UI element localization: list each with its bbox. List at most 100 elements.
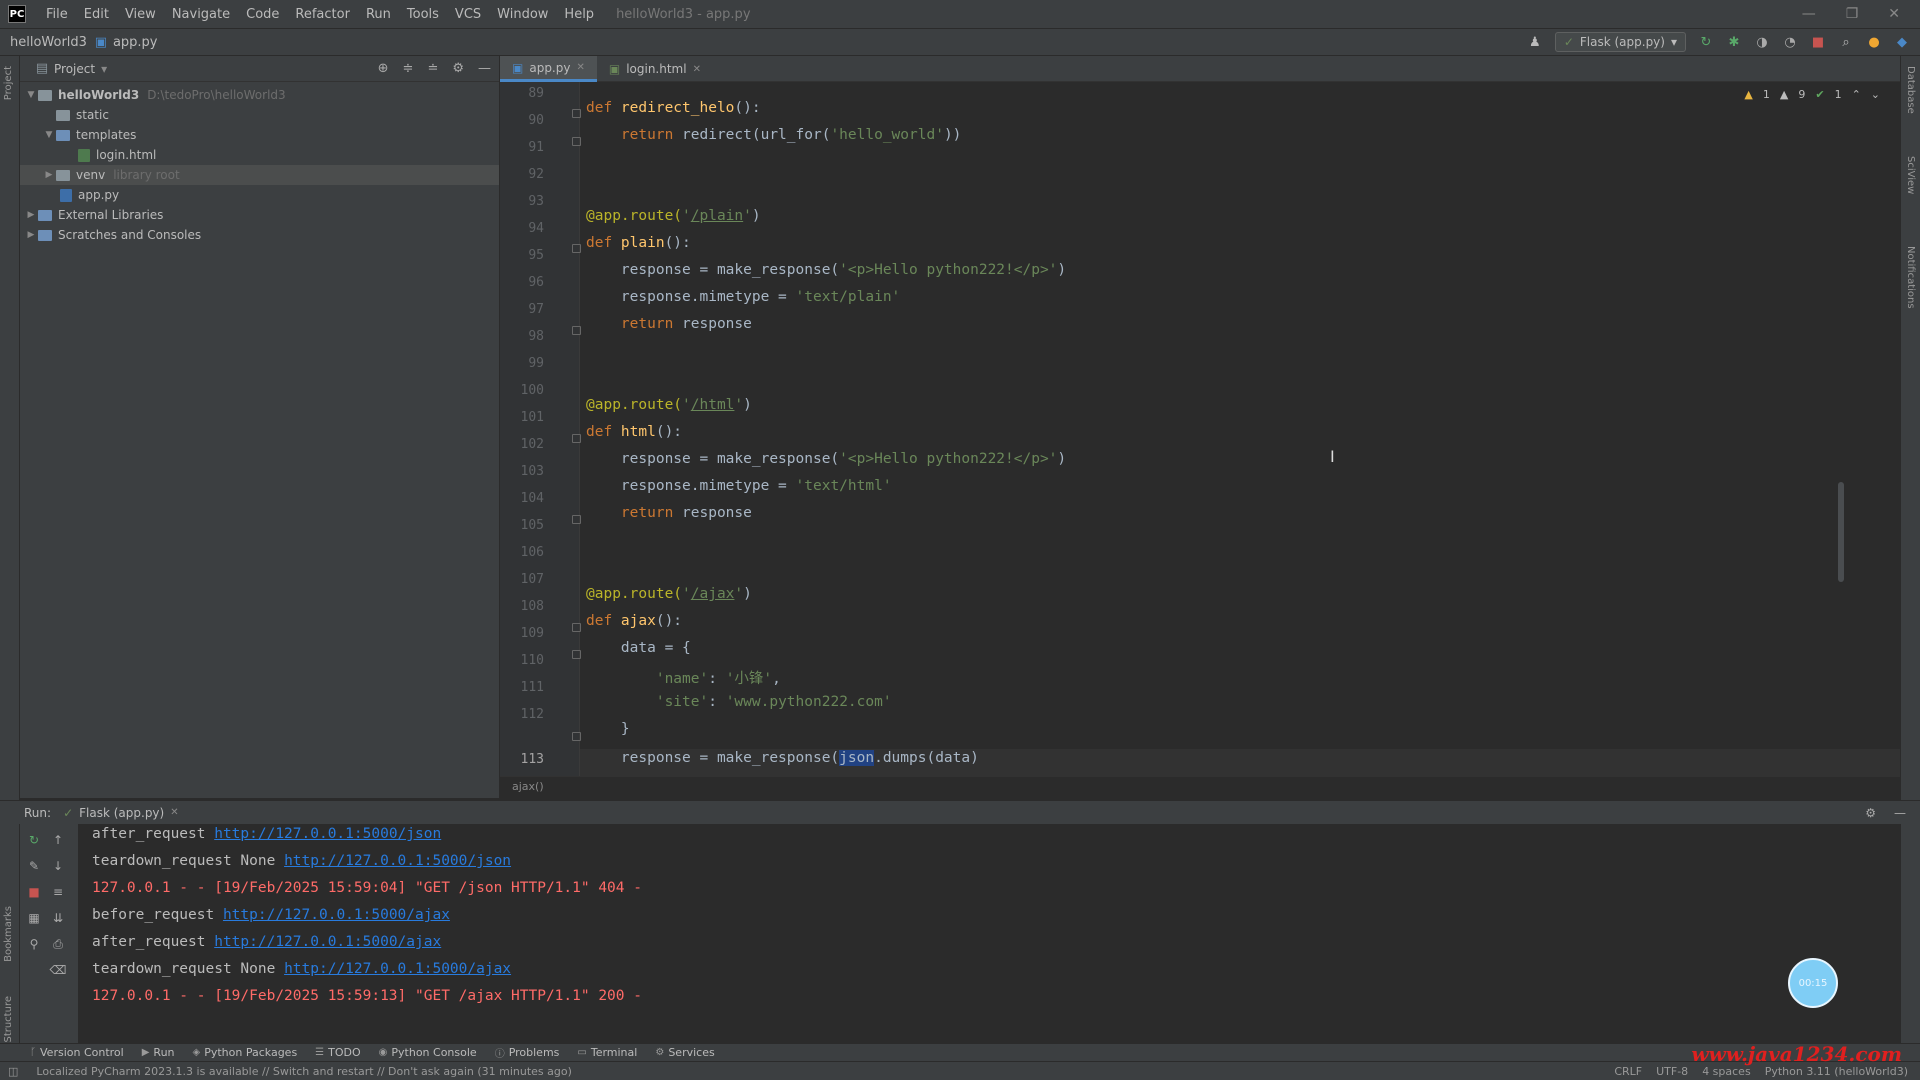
- menu-navigate[interactable]: Navigate: [164, 7, 238, 22]
- coverage-icon[interactable]: ◑: [1754, 34, 1770, 50]
- debug-icon[interactable]: ✱: [1726, 34, 1742, 50]
- console-link[interactable]: http://127.0.0.1:5000/ajax: [223, 907, 450, 923]
- fold-icon[interactable]: [572, 515, 581, 524]
- run-config-select[interactable]: ✓ Flask (app.py) ▾: [1554, 32, 1686, 52]
- print-icon[interactable]: ⎙: [50, 936, 66, 952]
- fold-icon[interactable]: [572, 623, 581, 632]
- menu-help[interactable]: Help: [556, 7, 602, 22]
- chevron-right-icon[interactable]: ▶: [24, 230, 38, 240]
- fold-icon[interactable]: [572, 326, 581, 335]
- tool-todo[interactable]: ☰ TODO: [315, 1046, 360, 1059]
- chevron-down-icon[interactable]: ⌄: [1871, 88, 1880, 101]
- console-link[interactable]: http://127.0.0.1:5000/ajax: [214, 934, 441, 950]
- restore-icon[interactable]: ❐: [1846, 6, 1859, 22]
- hide-icon[interactable]: —: [1894, 806, 1906, 820]
- status-message[interactable]: Localized PyCharm 2023.1.3 is available …: [36, 1065, 572, 1078]
- tool-terminal[interactable]: ▭ Terminal: [577, 1046, 637, 1059]
- tab-login-html[interactable]: ▣ login.html ✕: [597, 56, 713, 82]
- inspection-widget[interactable]: ▲ 1 ▲ 9 ✔ 1 ⌃ ⌄: [1744, 88, 1880, 101]
- hide-icon[interactable]: —: [478, 61, 491, 76]
- arrow-up-icon[interactable]: ↑: [50, 832, 66, 848]
- pin-icon[interactable]: ⚲: [26, 936, 42, 952]
- close-icon[interactable]: ✕: [1888, 6, 1900, 22]
- menu-run[interactable]: Run: [358, 7, 399, 22]
- menu-refactor[interactable]: Refactor: [287, 7, 358, 22]
- menu-code[interactable]: Code: [238, 7, 287, 22]
- project-tool-button[interactable]: Project: [3, 66, 14, 100]
- code-editor[interactable]: 89 90 91 92 93 94 95 96 97 98 99 100 101…: [500, 82, 1900, 776]
- chevron-right-icon[interactable]: ▶: [42, 170, 56, 180]
- console-link[interactable]: http://127.0.0.1:5000/json: [214, 826, 441, 842]
- layout-icon[interactable]: ▦: [26, 910, 42, 926]
- fold-icon[interactable]: [572, 109, 581, 118]
- menu-view[interactable]: View: [117, 7, 164, 22]
- menu-window[interactable]: Window: [489, 7, 556, 22]
- menu-edit[interactable]: Edit: [76, 7, 117, 22]
- stop-icon[interactable]: ■: [26, 884, 42, 900]
- file-encoding[interactable]: UTF-8: [1656, 1065, 1688, 1078]
- close-icon[interactable]: ✕: [693, 64, 701, 75]
- console-link[interactable]: http://127.0.0.1:5000/json: [284, 853, 511, 869]
- notifications-tool-button[interactable]: Notifications: [1905, 246, 1916, 309]
- chevron-right-icon[interactable]: ▶: [24, 210, 38, 220]
- chevron-down-icon[interactable]: ▼: [42, 130, 56, 140]
- soft-wrap-icon[interactable]: ≡: [50, 884, 66, 900]
- fold-icon[interactable]: [572, 732, 581, 741]
- user-icon[interactable]: ♟: [1527, 34, 1543, 50]
- close-icon[interactable]: ✕: [170, 807, 178, 818]
- fold-icon[interactable]: [572, 244, 581, 253]
- database-tool-button[interactable]: Database: [1905, 66, 1916, 114]
- update-icon[interactable]: ●: [1866, 34, 1882, 50]
- line-separator[interactable]: CRLF: [1614, 1065, 1642, 1078]
- breadcrumb-function[interactable]: ajax(): [512, 780, 544, 793]
- menu-tools[interactable]: Tools: [399, 7, 447, 22]
- menu-file[interactable]: File: [38, 7, 76, 22]
- tree-item-app-py[interactable]: app.py: [20, 185, 499, 205]
- tree-item-login-html[interactable]: login.html: [20, 145, 499, 165]
- tree-item-venv[interactable]: ▶ venv library root: [20, 165, 499, 185]
- editor-scrollbar[interactable]: [1838, 482, 1844, 582]
- recording-timer-badge[interactable]: 00:15: [1788, 958, 1838, 1008]
- tool-problems[interactable]: ⓘ Problems: [495, 1045, 560, 1060]
- tool-version-control[interactable]: ᚴ Version Control: [30, 1046, 124, 1059]
- profile-icon[interactable]: ◔: [1782, 34, 1798, 50]
- locate-icon[interactable]: ⊕: [378, 61, 389, 76]
- python-interpreter[interactable]: Python 3.11 (helloWorld3): [1765, 1065, 1908, 1078]
- tool-python-console[interactable]: ◉ Python Console: [379, 1046, 477, 1059]
- console-link[interactable]: http://127.0.0.1:5000/ajax: [284, 961, 511, 977]
- minimize-icon[interactable]: —: [1802, 6, 1816, 22]
- fold-icon[interactable]: [572, 650, 581, 659]
- gear-icon[interactable]: ⚙: [1865, 806, 1876, 820]
- breadcrumb-file[interactable]: ▣ app.py: [93, 34, 158, 50]
- tab-app-py[interactable]: ▣ app.py ✕: [500, 56, 597, 82]
- tree-item-external-libraries[interactable]: ▶ External Libraries: [20, 205, 499, 225]
- tool-run[interactable]: ▶ Run: [142, 1046, 175, 1059]
- structure-tool-button[interactable]: Structure: [3, 996, 14, 1043]
- tool-services[interactable]: ⚙ Services: [655, 1046, 714, 1059]
- fold-icon[interactable]: [572, 434, 581, 443]
- plugin-icon[interactable]: ◆: [1894, 34, 1910, 50]
- chevron-down-icon[interactable]: ▾: [101, 62, 107, 76]
- arrow-down-icon[interactable]: ↓: [50, 858, 66, 874]
- tab-run-flask[interactable]: ✓ Flask (app.py) ✕: [63, 806, 179, 820]
- indent-setting[interactable]: 4 spaces: [1702, 1065, 1751, 1078]
- sciview-tool-button[interactable]: SciView: [1905, 156, 1916, 194]
- expand-all-icon[interactable]: ≑: [403, 61, 414, 76]
- search-icon[interactable]: ⌕: [1838, 34, 1854, 50]
- tool-python-packages[interactable]: ◈ Python Packages: [193, 1046, 298, 1059]
- tree-item-static[interactable]: static: [20, 105, 499, 125]
- chevron-up-icon[interactable]: ⌃: [1852, 88, 1861, 101]
- tree-item-helloworld3[interactable]: ▼ helloWorld3 D:\tedoPro\helloWorld3: [20, 85, 499, 105]
- menu-vcs[interactable]: VCS: [447, 7, 489, 22]
- scroll-to-end-icon[interactable]: ⇊: [50, 910, 66, 926]
- stop-icon[interactable]: ■: [1810, 34, 1826, 50]
- rerun-icon[interactable]: ↻: [1698, 34, 1714, 50]
- tree-item-scratches[interactable]: ▶ Scratches and Consoles: [20, 225, 499, 245]
- fold-icon[interactable]: [572, 137, 581, 146]
- run-console[interactable]: after_request http://127.0.0.1:5000/json…: [78, 824, 1900, 1044]
- trash-icon[interactable]: ⌫: [50, 962, 67, 978]
- collapse-all-icon[interactable]: ≐: [427, 61, 438, 76]
- breadcrumb-project[interactable]: helloWorld3: [0, 35, 93, 50]
- gear-icon[interactable]: ⚙: [452, 61, 464, 76]
- bookmarks-tool-button[interactable]: Bookmarks: [3, 906, 14, 962]
